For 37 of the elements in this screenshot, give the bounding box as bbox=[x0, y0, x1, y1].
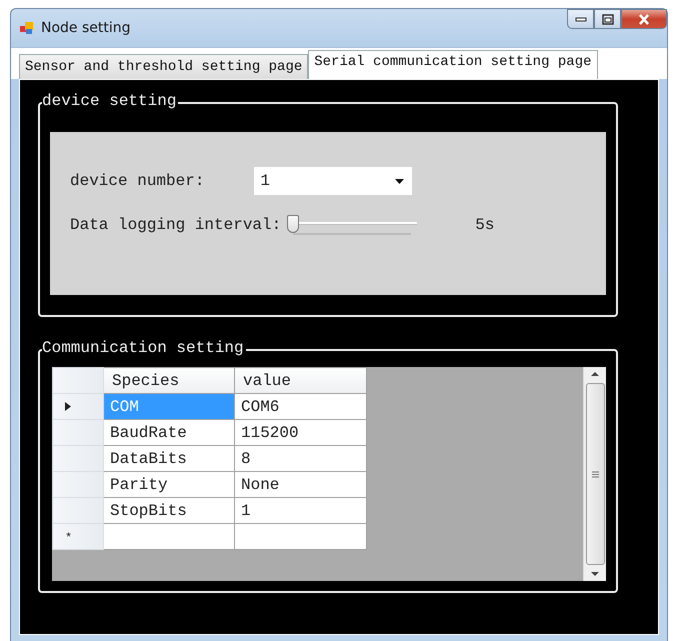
group-title: device setting bbox=[42, 92, 178, 110]
group-title: Communication setting bbox=[42, 339, 246, 357]
table-cell[interactable]: None bbox=[234, 472, 366, 498]
row-header[interactable] bbox=[52, 394, 104, 420]
dropdown-arrow-icon bbox=[395, 178, 404, 184]
device-number-dropdown[interactable]: 1 bbox=[254, 167, 412, 195]
table-cell[interactable]: DataBits bbox=[104, 446, 234, 472]
close-icon bbox=[638, 14, 650, 24]
maximize-button[interactable] bbox=[594, 9, 621, 29]
table-cell[interactable]: 8 bbox=[234, 446, 366, 472]
table-cell[interactable]: 115200 bbox=[234, 420, 366, 446]
restore-icon bbox=[602, 14, 614, 24]
scrollbar-thumb[interactable] bbox=[586, 383, 604, 565]
row-header-corner bbox=[52, 368, 104, 394]
grip-icon bbox=[592, 470, 598, 478]
interval-slider[interactable] bbox=[287, 213, 418, 237]
column-header[interactable]: Species bbox=[104, 368, 234, 394]
table-cell[interactable]: BaudRate bbox=[104, 420, 234, 446]
vertical-scrollbar[interactable] bbox=[583, 367, 606, 581]
tab[interactable]: Sensor and threshold setting page bbox=[19, 54, 308, 79]
minimize-icon bbox=[574, 16, 586, 22]
device-number-label: device number: bbox=[70, 172, 204, 190]
minimize-button[interactable] bbox=[567, 9, 594, 29]
close-button[interactable] bbox=[621, 9, 667, 29]
app-icon bbox=[19, 20, 35, 36]
table-cell[interactable]: COM6 bbox=[234, 394, 366, 420]
new-row-marker: * bbox=[65, 530, 72, 544]
interval-label: Data logging interval: bbox=[70, 216, 282, 234]
current-row-icon bbox=[65, 402, 71, 410]
window-title: Node setting bbox=[41, 20, 131, 36]
column-header[interactable]: value bbox=[234, 368, 366, 394]
slider-thumb[interactable] bbox=[287, 215, 300, 233]
table-cell[interactable]: 1 bbox=[234, 498, 366, 524]
table-cell[interactable]: StopBits bbox=[104, 498, 234, 524]
table-cell[interactable]: Parity bbox=[104, 472, 234, 498]
interval-reading: 5s bbox=[475, 216, 494, 234]
tab[interactable]: Serial communication setting page bbox=[308, 50, 598, 79]
